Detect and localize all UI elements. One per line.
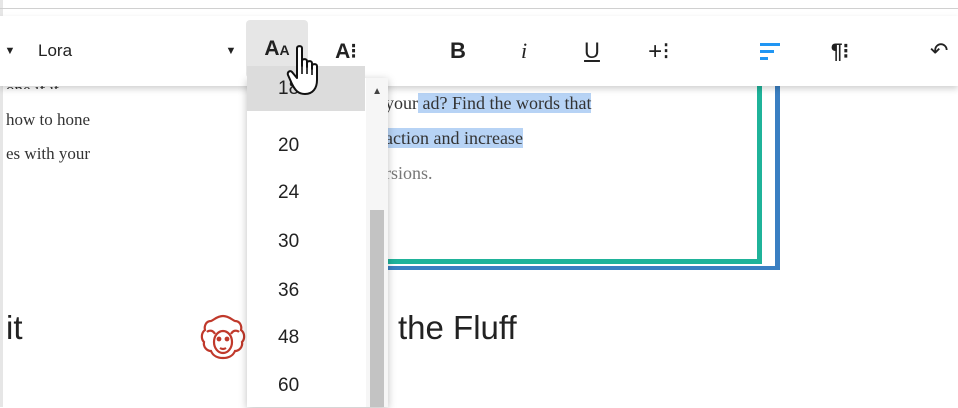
font-size-dropdown: 18 20 24 30 36 48 60 ▲ xyxy=(247,66,388,408)
undo-button[interactable]: ↶ xyxy=(930,16,958,86)
font-size-option[interactable]: 24 xyxy=(247,170,365,215)
underline-button[interactable]: U xyxy=(574,16,610,86)
callout-border-blue xyxy=(775,85,780,270)
font-size-option[interactable]: 36 xyxy=(247,268,365,313)
sheep-icon xyxy=(200,314,246,360)
hand-pointer-icon xyxy=(286,45,318,95)
undo-icon: ↶ xyxy=(930,38,949,63)
callout-text-line[interactable]: rsions. xyxy=(385,163,433,184)
text-formatting-toolbar: ▼ Lora ▼ AA A⁝ B i U +⁝ ¶⁝ ↶ xyxy=(0,16,958,86)
font-size-option[interactable]: 48 xyxy=(247,315,365,360)
paragraph-button[interactable]: ¶⁝ xyxy=(820,16,860,86)
align-left-icon xyxy=(760,42,780,60)
dropdown-scrollbar[interactable]: ▲ xyxy=(366,78,388,407)
callout-plain-text: your xyxy=(385,93,418,113)
font-size-option[interactable]: 20 xyxy=(247,123,365,168)
align-button[interactable] xyxy=(752,16,788,86)
font-size-option[interactable]: 30 xyxy=(247,219,365,264)
callout-border-teal xyxy=(757,85,762,263)
doc-text-line: how to hone xyxy=(6,110,91,129)
callout-text-line[interactable]: your ad? Find the words that xyxy=(385,93,592,114)
callout-border-teal xyxy=(380,259,762,264)
font-family-caret-icon[interactable]: ▼ xyxy=(222,16,240,86)
section-heading[interactable]: the Fluff xyxy=(398,309,517,347)
doc-text-line: es with your xyxy=(6,144,91,163)
font-family-select[interactable]: Lora xyxy=(38,16,72,86)
callout-border-blue xyxy=(380,266,780,270)
scroll-up-icon[interactable]: ▲ xyxy=(372,86,382,97)
italic-button[interactable]: i xyxy=(506,16,542,86)
scrollbar-thumb[interactable] xyxy=(370,210,384,407)
callout-text-line[interactable]: action and increase xyxy=(385,128,523,149)
insert-button[interactable]: +⁝ xyxy=(636,16,682,86)
font-size-option[interactable]: 60 xyxy=(247,363,365,408)
selected-text: ad? Find the words that xyxy=(418,93,592,113)
page-top-divider xyxy=(0,8,958,9)
caret-down-icon[interactable]: ▼ xyxy=(0,16,20,86)
section-heading[interactable]: it xyxy=(6,309,23,347)
selected-text: action and increase xyxy=(385,128,523,148)
bold-button[interactable]: B xyxy=(440,16,476,86)
